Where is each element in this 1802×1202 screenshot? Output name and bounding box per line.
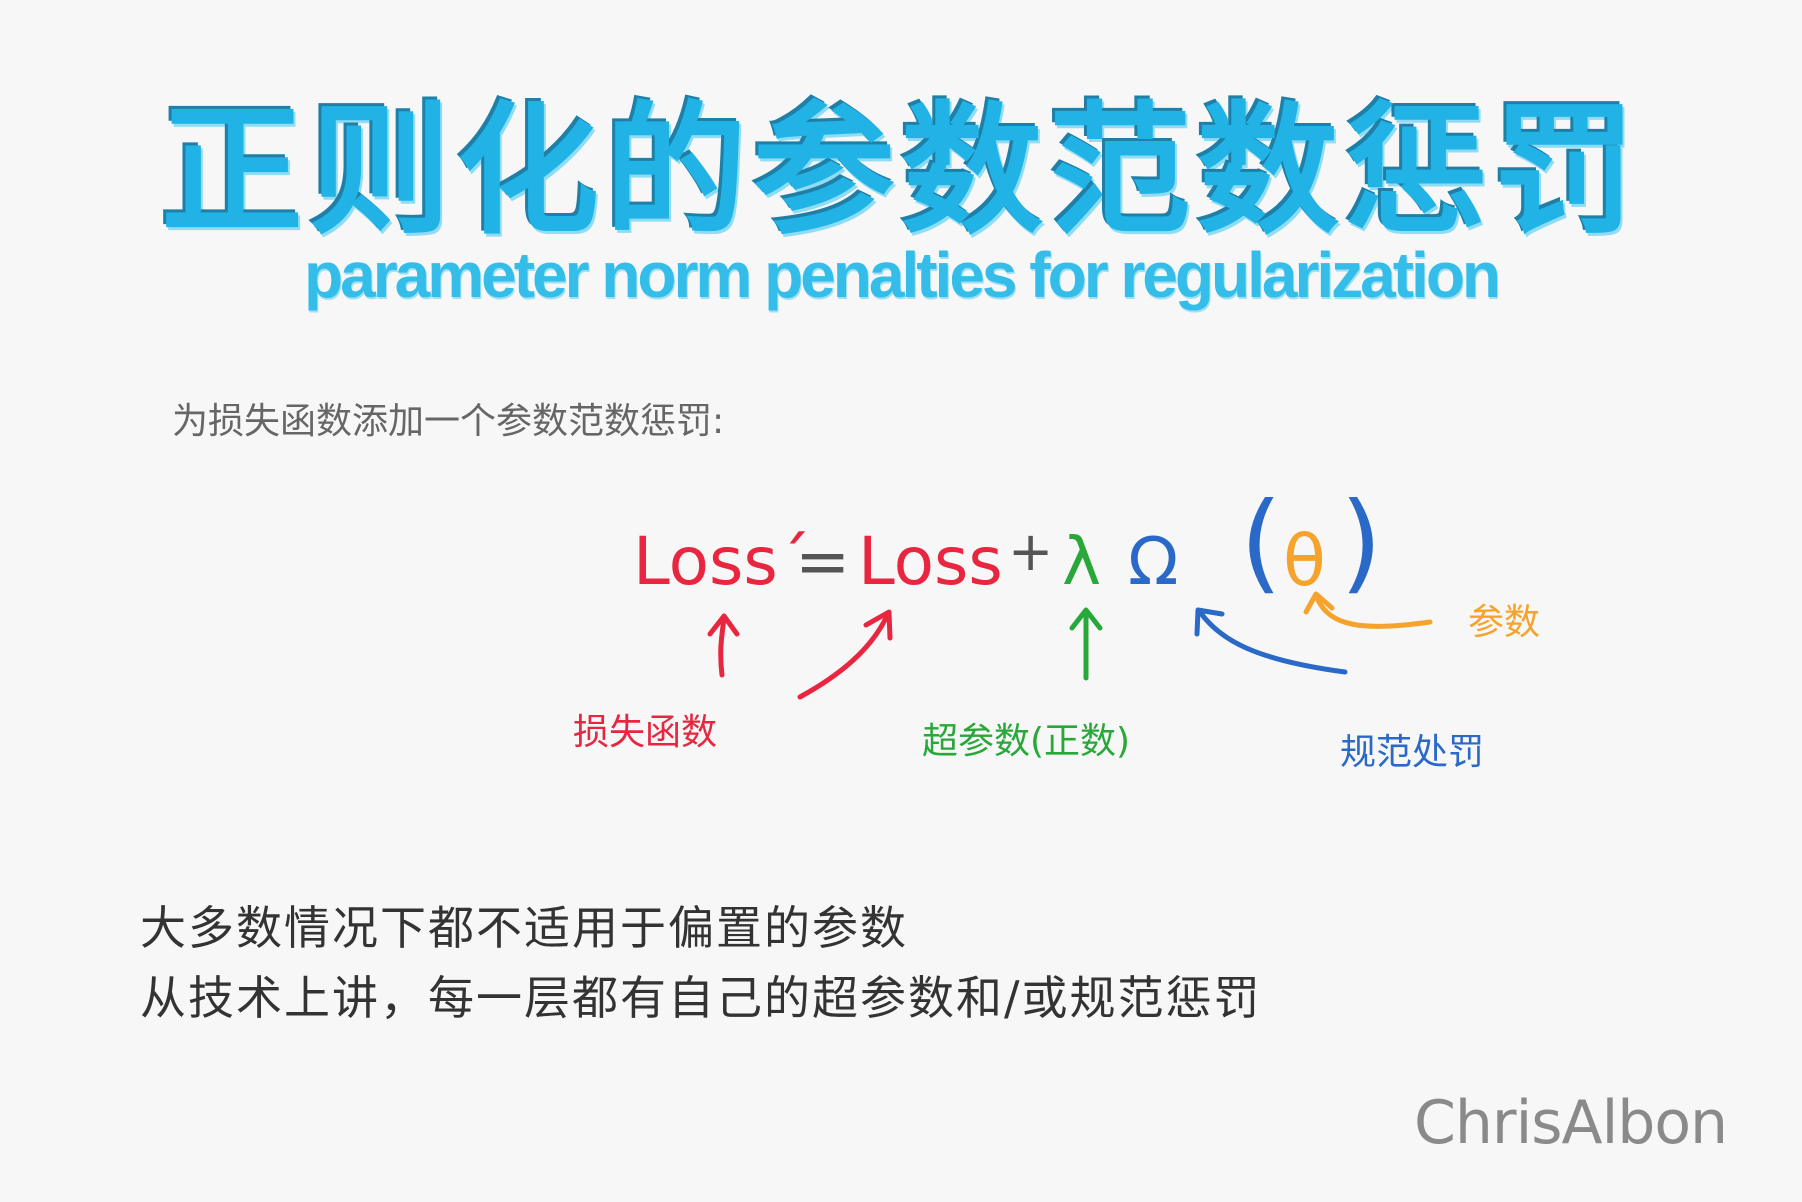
label-norm-penalty: 规范处罚	[1340, 732, 1485, 773]
arrow-omega	[1197, 609, 1348, 675]
note-per-layer: 从技术上讲，每一层都有自己的超参数和/或规范惩罚	[140, 971, 1262, 1025]
label-parameters: 参数	[1468, 602, 1541, 643]
label-hyperparameter: 超参数(正数)	[922, 721, 1131, 762]
note-bias: 大多数情况下都不适用于偏置的参数	[140, 901, 908, 955]
arrow-loss	[797, 615, 889, 700]
label-loss-function: 损失函数	[573, 712, 718, 753]
author-signature: ChrisAlbon	[1414, 1088, 1728, 1158]
arrow-loss-prime	[718, 615, 727, 678]
arrow-theta	[1315, 597, 1433, 629]
